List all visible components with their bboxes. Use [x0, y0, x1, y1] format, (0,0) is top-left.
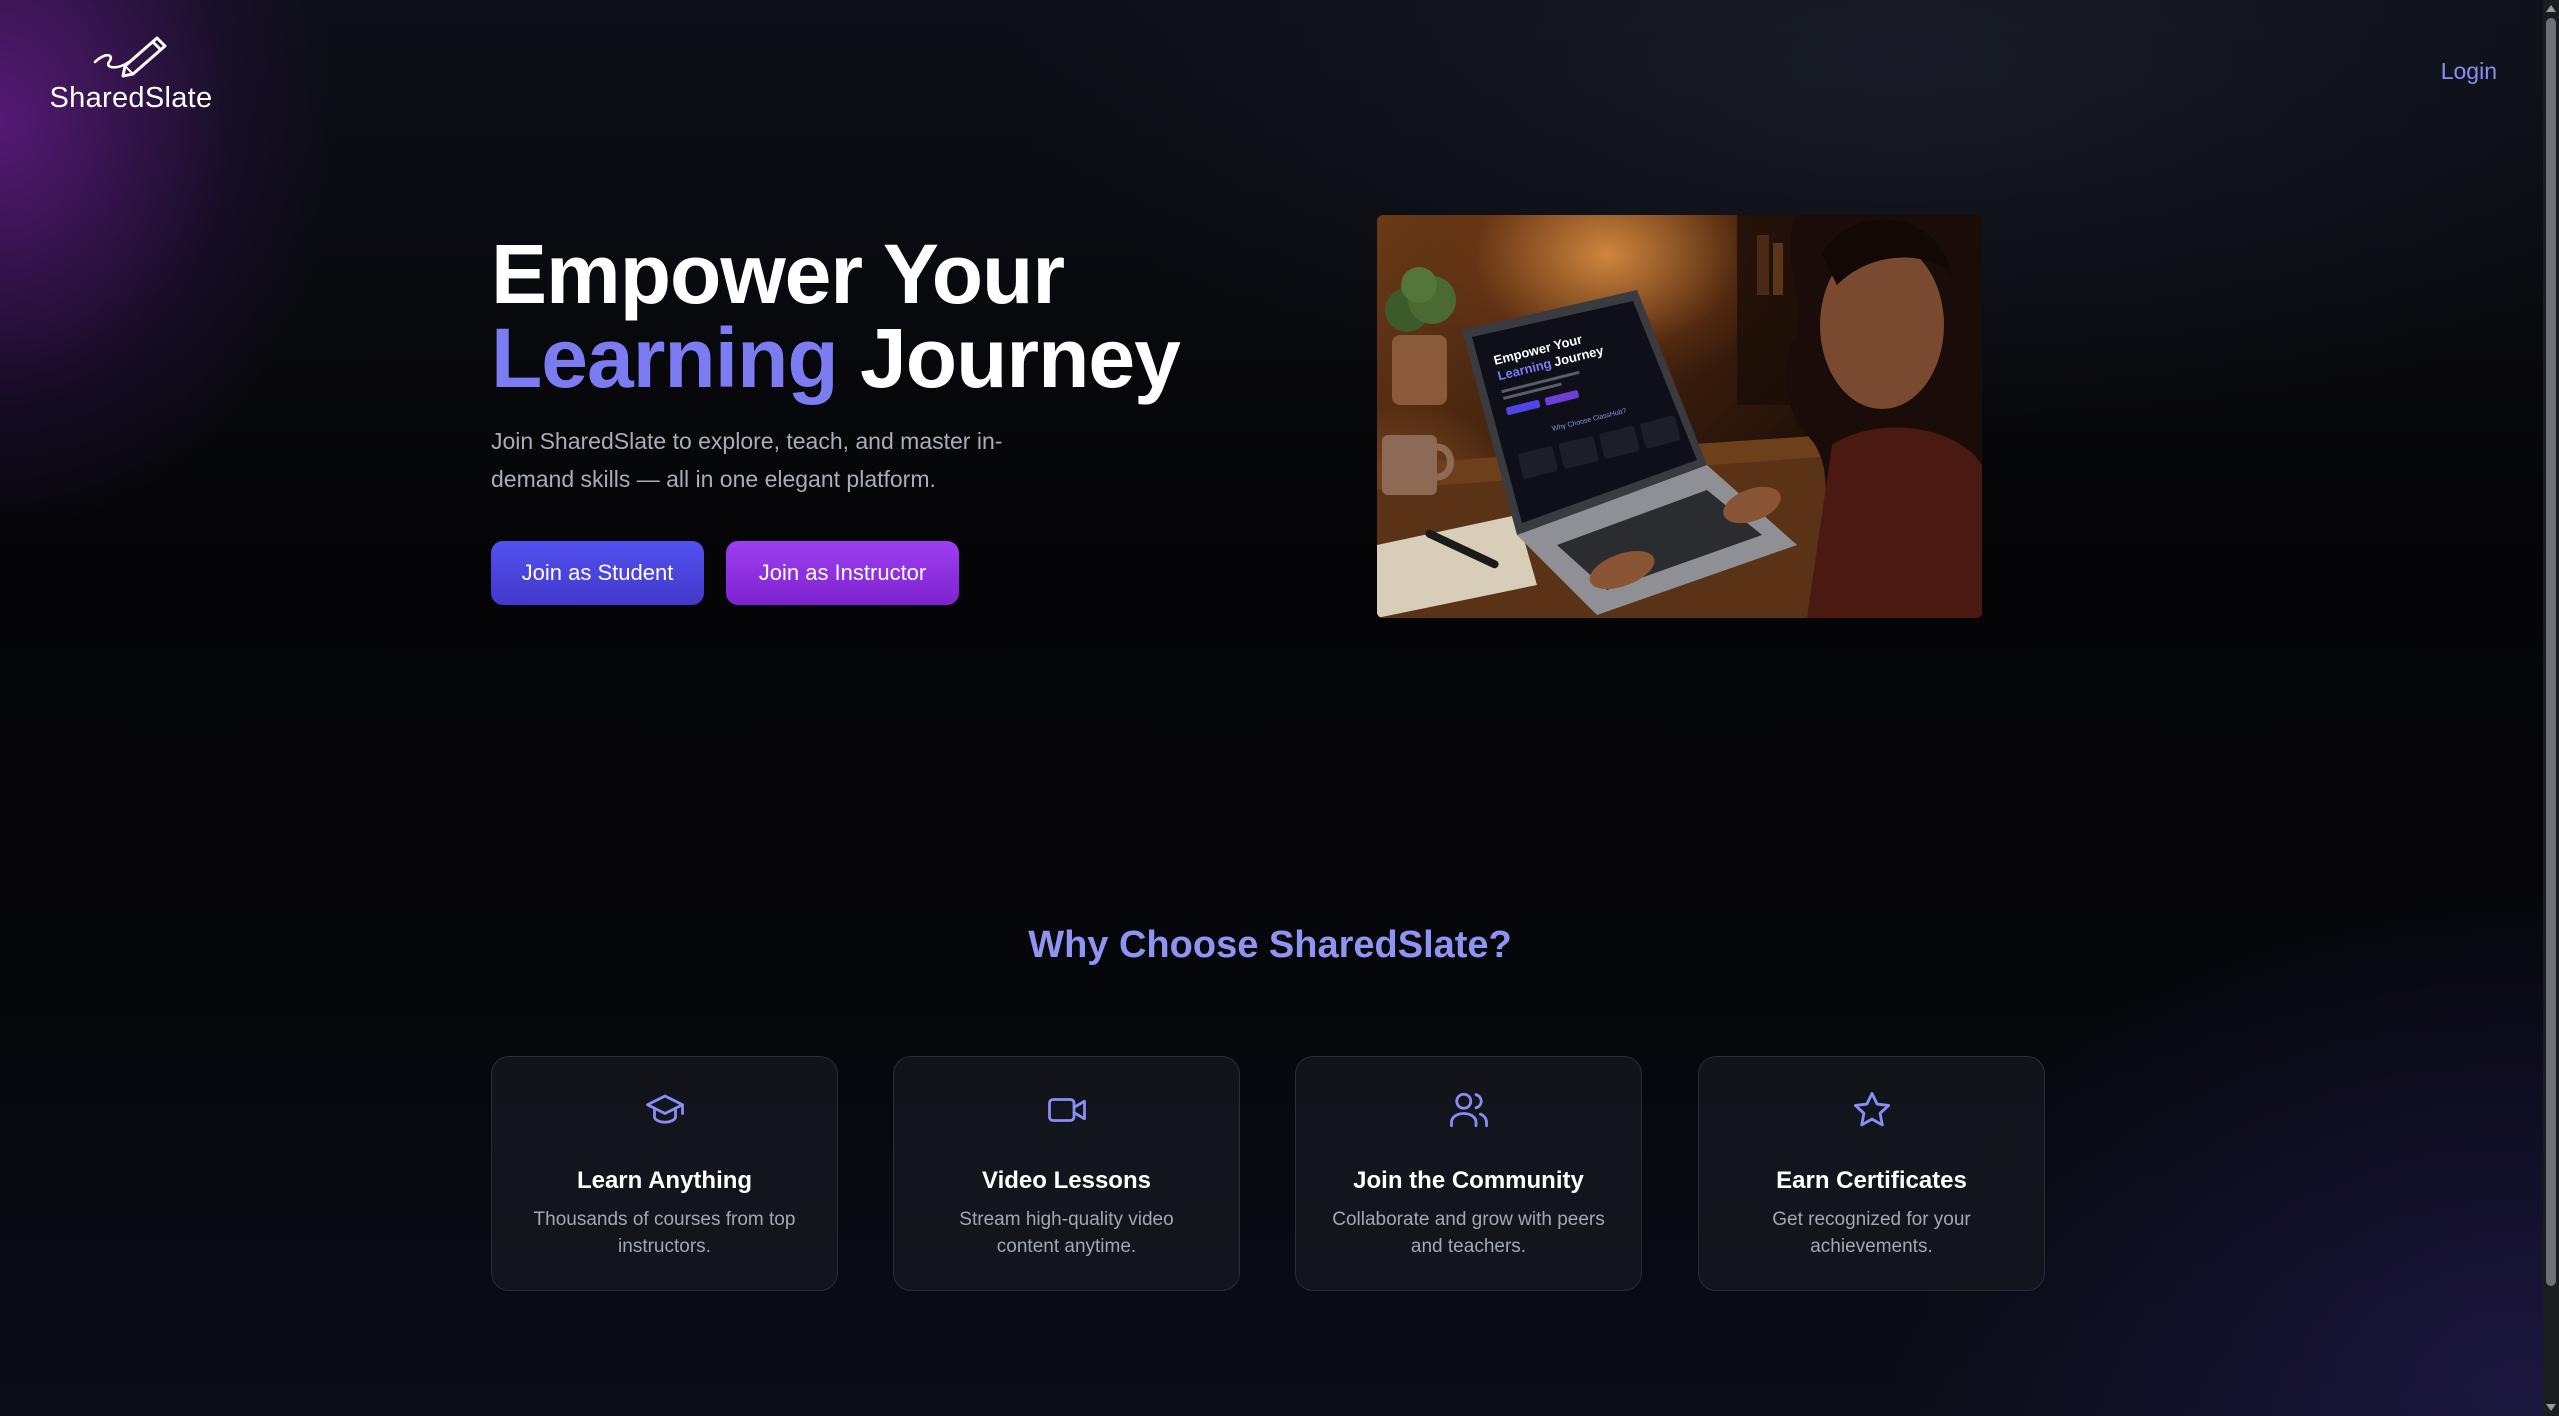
feature-card-title: Learn Anything: [576, 1167, 753, 1194]
feature-card-description: Thousands of courses from top instructor…: [533, 1209, 796, 1257]
feature-card-description: Stream high-quality video content anytim…: [959, 1209, 1174, 1257]
feature-card-earn-certificates: Earn Certificates Get recognized for you…: [1698, 1056, 2045, 1291]
feature-card-video-lessons: Video Lessons Stream high-quality video …: [893, 1056, 1240, 1291]
vertical-scrollbar[interactable]: [2543, 0, 2559, 1416]
scrollbar-thumb[interactable]: [2546, 18, 2556, 1286]
hero-title: Empower Your Learning Journey: [491, 232, 1181, 400]
pencil-logo-icon: [93, 36, 167, 78]
login-link[interactable]: Login: [2441, 58, 2497, 85]
features-section-title: Why Choose SharedSlate?: [1028, 924, 1512, 966]
hero-title-accent: Learning: [491, 311, 839, 405]
hero-image: Empower Your Learning Journey Why Choose…: [1377, 215, 1982, 618]
brand-logo[interactable]: SharedSlate: [46, 32, 216, 115]
brand-name: SharedSlate: [49, 82, 213, 114]
feature-card-title: Join the Community: [1353, 1167, 1584, 1194]
hero-title-rest: Journey: [860, 311, 1181, 405]
landing-page: SharedSlate Login Empower Your Learning …: [0, 0, 2559, 1416]
star-icon: [1853, 1091, 1890, 1127]
join-as-instructor-button[interactable]: Join as Instructor: [726, 541, 959, 605]
feature-card-description: Collaborate and grow with peers and teac…: [1332, 1209, 1605, 1257]
feature-card-join-community: Join the Community Collaborate and grow …: [1295, 1056, 1642, 1291]
hero-title-line1: Empower Your: [491, 227, 1065, 321]
feature-card-description: Get recognized for your achievements.: [1772, 1209, 1971, 1257]
feature-card-learn-anything: Learn Anything Thousands of courses from…: [491, 1056, 838, 1291]
feature-card-title: Video Lessons: [982, 1167, 1151, 1194]
video-camera-icon: [1047, 1098, 1086, 1122]
feature-card-title: Earn Certificates: [1776, 1167, 1967, 1194]
hero-illustration: Empower Your Learning Journey Why Choose…: [1377, 215, 1982, 618]
graduation-cap-icon: [645, 1094, 684, 1124]
users-icon: [1449, 1092, 1488, 1128]
scroll-down-arrow-icon[interactable]: [2546, 1404, 2556, 1411]
scroll-up-arrow-icon[interactable]: [2546, 5, 2556, 12]
hero-subtitle: Join SharedSlate to explore, teach, and …: [491, 428, 1003, 492]
join-as-student-button[interactable]: Join as Student: [491, 541, 704, 605]
